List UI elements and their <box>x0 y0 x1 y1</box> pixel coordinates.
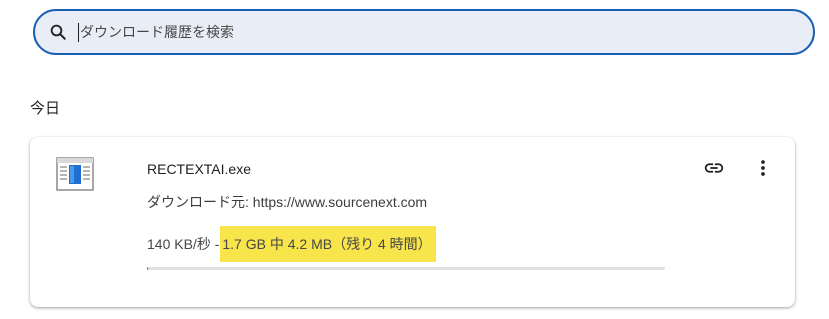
download-progress-bar <box>147 267 665 270</box>
download-source-text: ダウンロード元: https://www.sourcenext.com <box>147 194 428 210</box>
download-status-line: 140 KB/秒 - 1.7 GB 中 4.2 MB（残り 4 時間） <box>147 226 436 262</box>
search-input[interactable] <box>80 19 780 45</box>
more-vert-icon <box>761 160 765 176</box>
copy-link-button[interactable] <box>700 154 728 182</box>
downloads-page: 今日 RECTEXTAI.exe ダウンロード元: https://www.so… <box>0 0 829 319</box>
link-icon <box>704 163 724 173</box>
download-item-card: RECTEXTAI.exe ダウンロード元: https://www.sourc… <box>30 137 795 307</box>
search-icon <box>50 24 66 40</box>
download-size-remaining-text: 1.7 GB 中 4.2 MB（残り 4 時間） <box>220 226 436 262</box>
file-name-link[interactable]: RECTEXTAI.exe <box>147 161 251 177</box>
download-progress-fill <box>147 267 149 270</box>
search-bar[interactable] <box>33 9 815 55</box>
text-caret <box>78 23 79 42</box>
window-file-icon <box>56 157 94 191</box>
download-speed-text: 140 KB/秒 - <box>147 236 220 252</box>
section-date-heading: 今日 <box>30 100 61 117</box>
more-actions-button[interactable] <box>749 154 777 182</box>
